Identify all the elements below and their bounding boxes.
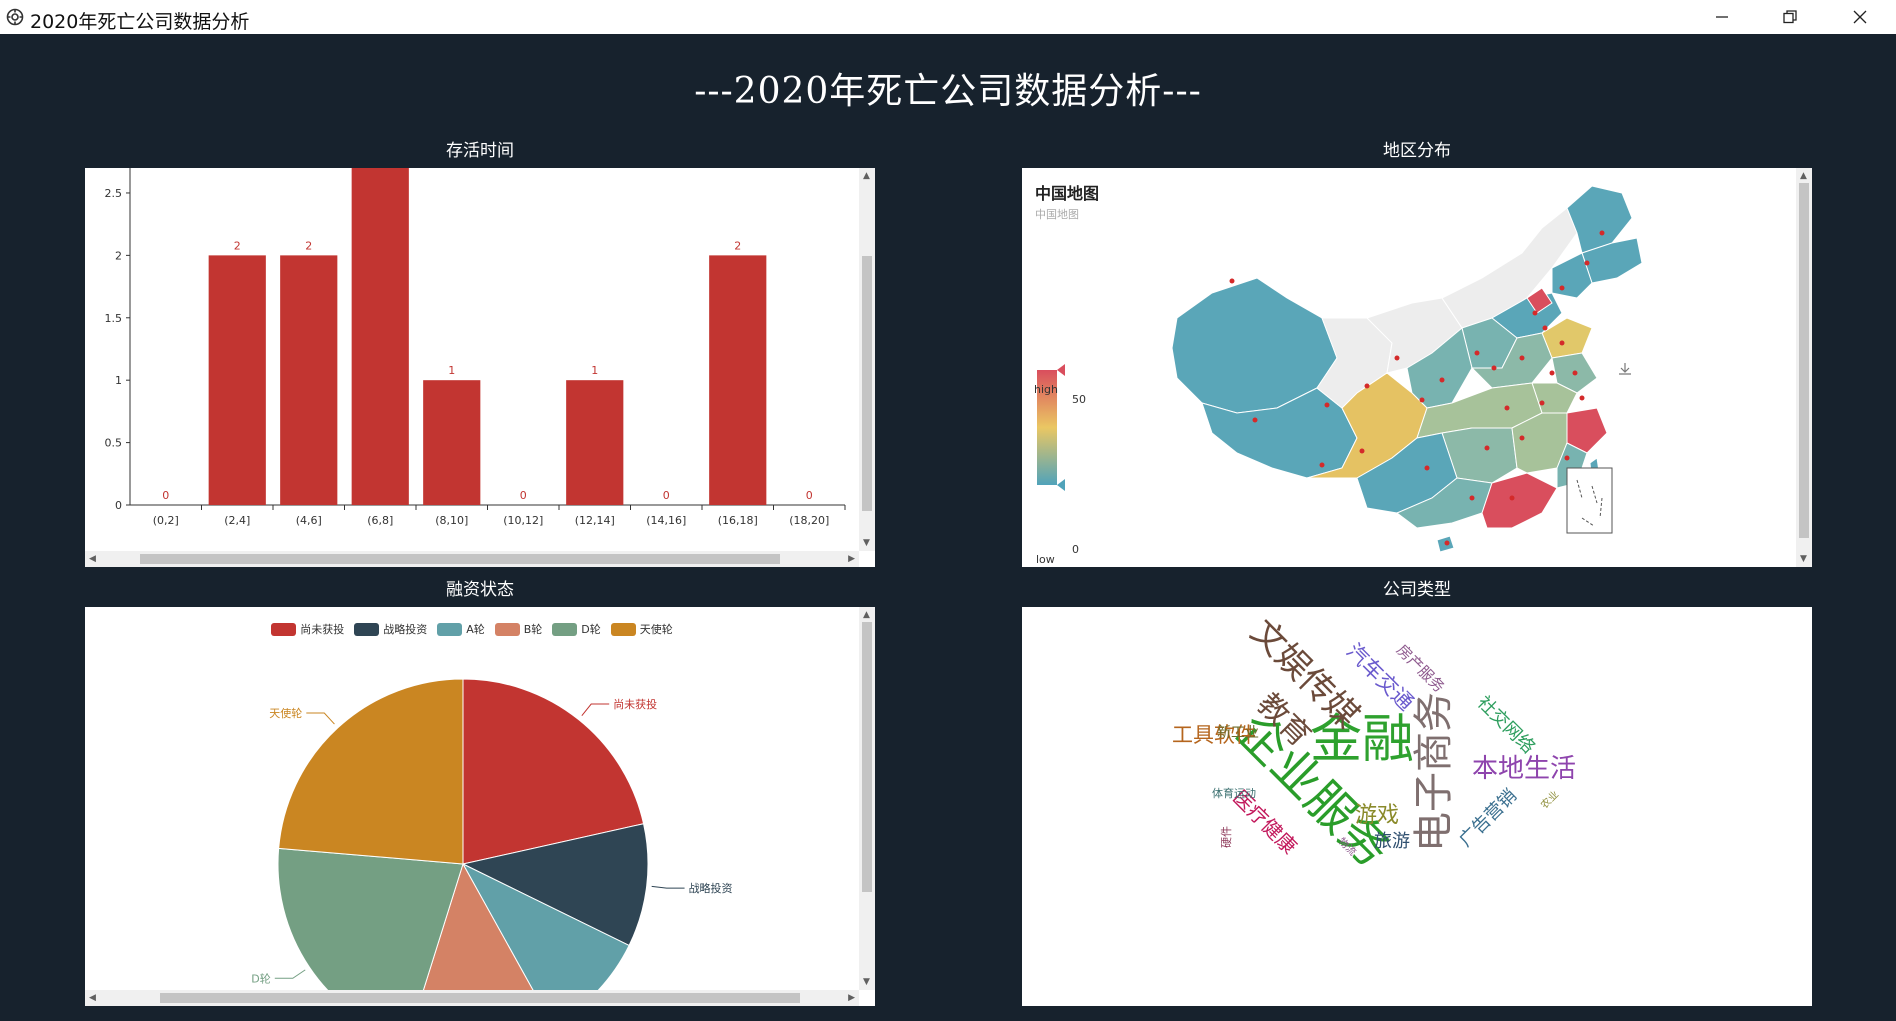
x-tick-label: (12,14] (575, 514, 615, 527)
bar-data-label: 0 (663, 489, 670, 502)
y-tick-label: 2.5 (105, 187, 123, 200)
wordcloud-word: 广告营销 (1455, 785, 1521, 851)
wordcloud-word: 硬件 (1220, 826, 1233, 848)
restore-icon (1783, 10, 1797, 24)
pie-label: 尚未获投 (613, 697, 657, 711)
bar-data-label: 0 (162, 489, 169, 502)
company-type-wordcloud: 企业服务金融电子商务文娱传媒教育本地生活汽车交通工具软件游戏旅游医疗健康 广告营销… (1172, 612, 1576, 878)
survival-time-panel: 0 0.5 1 1.5 2 2.5 0 (0,2] 2 (2,4] 2 (4,6] (6,8] 1 (8,1… (85, 168, 875, 567)
funding-panel-title: 融资状态 (446, 580, 514, 600)
wordcloud-word: 体育运动 (1212, 786, 1256, 800)
x-tick-label: (18,20] (789, 514, 829, 527)
x-tick-label: (6,8] (367, 514, 393, 527)
pie-label: 天使轮 (269, 706, 302, 720)
restore-button[interactable] (1760, 0, 1820, 34)
category-panel-title: 公司类型 (1383, 580, 1451, 600)
scroll-thumb[interactable] (862, 256, 872, 511)
pie-label-line (306, 712, 335, 725)
y-tick-label: 2 (115, 249, 122, 262)
visual-map-low-label: low (1036, 553, 1055, 566)
scroll-thumb[interactable] (140, 554, 780, 564)
y-tick-label: 1 (115, 374, 122, 387)
x-tick-label: (4,6] (296, 514, 322, 527)
bar[interactable] (208, 255, 266, 505)
vertical-scrollbar[interactable]: ▲ ▼ (1796, 168, 1812, 567)
close-button[interactable] (1830, 0, 1890, 34)
window-titlebar: 2020年死亡公司数据分析 (0, 0, 1896, 34)
y-tick-label: 0.5 (105, 437, 123, 450)
scroll-thumb[interactable] (1799, 183, 1809, 538)
minimize-icon (1716, 16, 1728, 18)
pie-label: 战略投资 (689, 881, 733, 895)
bar[interactable] (351, 168, 409, 505)
pie-label-line (274, 969, 306, 979)
y-tick-label: 0 (115, 499, 122, 512)
gear-icon (6, 8, 24, 26)
window-title: 2020年死亡公司数据分析 (30, 11, 250, 33)
x-tick-label: (2,4] (224, 514, 250, 527)
download-icon[interactable] (1619, 363, 1631, 375)
south-sea-inset (1566, 467, 1613, 534)
close-icon (1853, 10, 1867, 24)
bar-data-label: 2 (305, 239, 312, 252)
pie-slice[interactable] (278, 678, 464, 865)
survival-bar-chart: 0 0.5 1 1.5 2 2.5 0 (0,2] 2 (2,4] 2 (4,6] (6,8] 1 (8,1… (105, 168, 846, 527)
bar-data-label: 1 (591, 364, 598, 377)
bar-data-label: 0 (520, 489, 527, 502)
x-tick-label: (10,12] (503, 514, 543, 527)
bar[interactable] (280, 255, 338, 505)
wordcloud-word: 社交网络 (1473, 692, 1539, 758)
y-tick-label: 1.5 (105, 312, 123, 325)
china-map (1037, 185, 1643, 553)
bar[interactable] (709, 255, 767, 505)
bar-data-label: 0 (806, 489, 813, 502)
horizontal-scrollbar[interactable]: ◀ ▶ (85, 551, 859, 567)
page-title: ---2020年死亡公司数据分析--- (694, 71, 1202, 112)
company-type-panel: 企业服务 金融 电子商务 文娱传媒 教育 本地生活 汽车交通 工具软件 游戏 旅游 医疗健康 广告营销… (1022, 607, 1812, 1006)
bar-data-label: 2 (734, 239, 741, 252)
wordcloud-word: 新工业 (1217, 725, 1259, 741)
visual-map-high-label: high (1034, 383, 1058, 396)
wordcloud-word: 农业 (1538, 788, 1561, 811)
horizontal-scrollbar[interactable]: ◀ ▶ (85, 990, 859, 1006)
funding-status-panel: 尚未获投战略投资A轮B轮D轮天使轮 尚未获投战略投资A轮D轮天使轮 ▲ ▼ ◀ … (85, 607, 875, 1006)
x-tick-label: (16,18] (718, 514, 758, 527)
survival-panel-title: 存活时间 (446, 141, 514, 161)
x-tick-label: (8,10] (435, 514, 468, 527)
funding-pie-chart: 尚未获投战略投资A轮D轮天使轮 (251, 678, 733, 990)
bar[interactable] (423, 380, 481, 505)
vertical-scrollbar[interactable]: ▲ ▼ (859, 168, 875, 551)
scroll-thumb[interactable] (160, 993, 800, 1003)
bar[interactable] (566, 380, 624, 505)
pie-label: D轮 (251, 971, 270, 985)
bar-data-label: 1 (448, 364, 455, 377)
x-tick-label: (0,2] (153, 514, 179, 527)
x-tick-label: (14,16] (646, 514, 686, 527)
wordcloud-word: 电子商务 (1411, 692, 1457, 852)
scroll-thumb[interactable] (862, 622, 872, 892)
wordcloud-word: 旅游 (1374, 831, 1410, 852)
region-panel-title: 地区分布 (1383, 141, 1451, 161)
region-map-panel: 中国地图 中国地图 high 50 0 low ▲ ▼ (1022, 168, 1812, 567)
wordcloud-word: 游戏 (1355, 803, 1399, 828)
visual-map-min: 0 (1072, 543, 1079, 556)
vertical-scrollbar[interactable]: ▲ ▼ (859, 607, 875, 990)
visual-map-max: 50 (1072, 393, 1086, 406)
pie-label-line (581, 703, 610, 717)
bar-data-label: 2 (234, 239, 241, 252)
pie-label-line (651, 885, 685, 889)
wordcloud-word: 本地生活 (1472, 754, 1576, 784)
minimize-button[interactable] (1692, 0, 1752, 34)
